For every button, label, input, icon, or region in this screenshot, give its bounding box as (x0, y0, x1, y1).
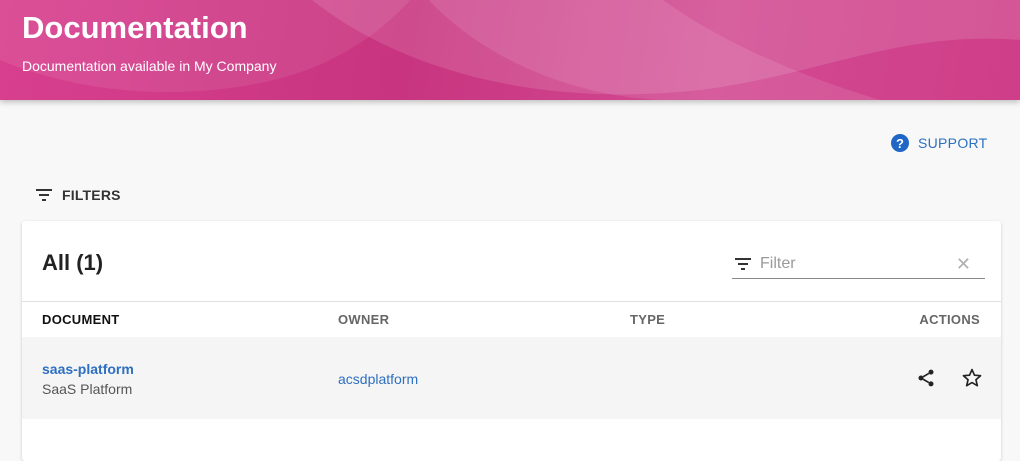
share-icon[interactable] (916, 368, 936, 388)
filters-label: FILTERS (62, 187, 121, 203)
owner-link[interactable]: acsdplatform (338, 371, 418, 387)
support-label: SUPPORT (918, 135, 988, 151)
column-header-document[interactable]: DOCUMENT (42, 312, 120, 327)
page-subtitle: Documentation available in My Company (22, 58, 277, 74)
page-header: Documentation Documentation available in… (0, 0, 1020, 100)
page-title: Documentation (22, 10, 248, 45)
help-icon: ? (891, 134, 909, 152)
document-link[interactable]: saas-platform (42, 361, 134, 377)
support-button[interactable]: ? SUPPORT (891, 132, 988, 154)
table-row: saas-platform SaaS Platform acsdplatform (22, 337, 1001, 419)
clear-icon[interactable]: ✕ (956, 255, 971, 273)
filter-icon (735, 258, 751, 270)
table-filter-field: ✕ (732, 251, 985, 279)
table-header: DOCUMENT OWNER TYPE ACTIONS (22, 301, 1001, 338)
card-title: All (1) (42, 250, 104, 275)
star-icon[interactable] (961, 367, 983, 389)
filters-button[interactable]: FILTERS (36, 185, 121, 205)
filter-input[interactable] (760, 253, 950, 275)
column-header-owner[interactable]: OWNER (338, 312, 389, 327)
document-title: SaaS Platform (42, 381, 133, 397)
column-header-type[interactable]: TYPE (630, 312, 665, 327)
column-header-actions: ACTIONS (919, 312, 980, 327)
filter-icon (36, 189, 52, 201)
documents-card: All (1) ✕ DOCUMENT OWNER TYPE ACTIONS sa… (22, 221, 1001, 461)
